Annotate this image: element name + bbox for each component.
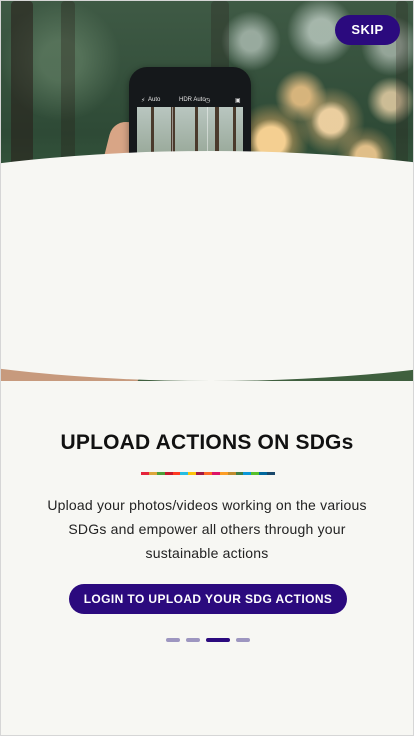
sdg-stripe-segment <box>235 472 244 475</box>
page-dot[interactable] <box>186 638 200 642</box>
sdg-stripe-segment <box>211 472 220 475</box>
sdg-stripe-segment <box>172 472 181 475</box>
sdg-stripe-segment <box>251 472 260 475</box>
sdg-stripe-segment <box>156 472 165 475</box>
description-text: Upload your photos/videos working on the… <box>47 497 367 561</box>
login-upload-button[interactable]: LOGIN TO UPLOAD YOUR SDG ACTIONS <box>69 584 347 614</box>
sdg-stripe-segment <box>219 472 228 475</box>
sdg-stripe-segment <box>267 472 275 475</box>
sdg-stripe-segment <box>227 472 236 475</box>
page-dot[interactable] <box>236 638 250 642</box>
page-title: UPLOAD ACTIONS ON SDGs <box>60 431 354 454</box>
onboarding-screen: ⚡ Auto HDR Auto ◷ ▣ SLO-MO VI <box>0 0 414 736</box>
sdg-stripe-segment <box>196 472 204 475</box>
sdg-stripe-segment <box>148 472 157 475</box>
sdg-stripe-segment <box>141 472 149 475</box>
page-dot-active[interactable] <box>206 638 230 642</box>
sdg-stripe-segment <box>243 472 252 475</box>
sdg-stripe-segment <box>180 472 189 475</box>
curve-mask <box>1 1 413 735</box>
sdg-color-divider <box>141 472 275 475</box>
skip-button[interactable]: SKIP <box>335 15 400 45</box>
sdg-stripe-segment <box>164 472 173 475</box>
sdg-stripe-segment <box>259 472 267 475</box>
page-indicator <box>166 638 250 642</box>
sdg-stripe-segment <box>188 472 197 475</box>
page-dot[interactable] <box>166 638 180 642</box>
sdg-stripe-segment <box>204 472 212 475</box>
